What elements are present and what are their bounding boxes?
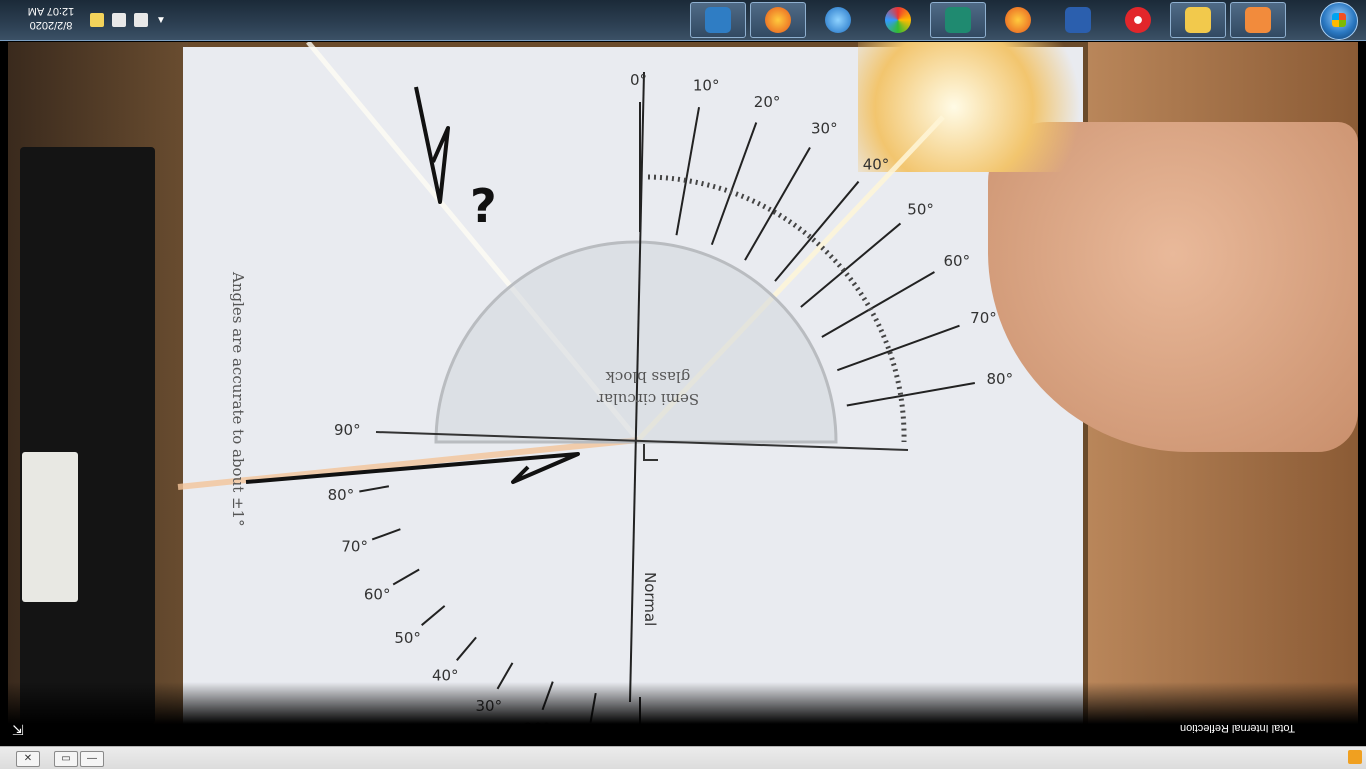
bottom-angle-label: 60° — [364, 586, 391, 604]
clock-time: 12:07 AM — [27, 5, 75, 17]
firefox-icon — [765, 7, 791, 33]
taskbar-app-internet-explorer[interactable] — [810, 2, 866, 38]
start-button[interactable] — [1320, 2, 1358, 40]
system-tray: ▼ — [90, 10, 185, 30]
taskbar-app-desktop[interactable] — [690, 2, 746, 38]
bottom-angle-tick — [392, 568, 420, 586]
refracted-arrow-annotation — [245, 452, 580, 484]
restore-button[interactable]: ▭ — [54, 751, 78, 767]
video-title: Total Internal Reflection — [1180, 722, 1295, 734]
top-angle-tick — [800, 222, 902, 308]
taskbar-app-media[interactable] — [930, 2, 986, 38]
bottom-angle-label: 80° — [328, 486, 355, 504]
word-icon — [1065, 7, 1091, 33]
question-mark-annotation: ? — [470, 179, 497, 233]
action-center-icon[interactable] — [90, 13, 104, 27]
top-angle-tick — [846, 381, 976, 407]
top-angle-label: 0° — [630, 71, 647, 89]
taskbar-app-firefox-2[interactable] — [990, 2, 1046, 38]
accuracy-note: Angles are accurate to about ±1° — [229, 271, 247, 527]
taskbar-app-paint[interactable] — [870, 2, 926, 38]
show-hidden-icons-icon[interactable]: ▼ — [156, 15, 166, 26]
right-angle-mark — [643, 444, 658, 461]
refraction-diagram: 0° 10°20°30°40°50°60°70°80° 80°70°60°50°4… — [177, 42, 1014, 724]
top-angle-label: 70° — [970, 309, 997, 327]
clock[interactable]: 8/2/2020 12:07 AM — [20, 4, 82, 32]
clock-date: 8/2/2020 — [29, 19, 73, 31]
internet-explorer-icon — [825, 7, 851, 33]
taskbar-app-screen-recorder[interactable] — [1110, 2, 1166, 38]
paint-icon — [885, 7, 911, 33]
notification-icon[interactable] — [1348, 750, 1362, 764]
bottom-angle-tick — [371, 528, 401, 541]
fullscreen-icon[interactable]: ⇲ — [12, 722, 28, 738]
volume-icon[interactable] — [134, 13, 148, 27]
bottom-angle-tick — [421, 605, 446, 626]
top-angle-label: 60° — [944, 252, 971, 270]
top-angle-tick — [744, 147, 811, 261]
screen-recorder-icon — [1125, 7, 1151, 33]
block-label-line-1: Semi circular — [596, 390, 699, 408]
firefox-icon — [1005, 7, 1031, 33]
incident-arrow-annotation — [414, 86, 450, 204]
top-angle-tick — [675, 106, 701, 236]
desktop-icon — [705, 7, 731, 33]
bottom-angle-tick — [456, 636, 477, 661]
top-angle-label: 50° — [907, 200, 934, 218]
top-angle-tick — [821, 271, 935, 338]
video-frame[interactable]: 0° 10° 20° 30° 40° 50° 60° 70° 80° 80° 70° 60° 50° 4… — [8, 42, 1358, 724]
taskbar-app-word[interactable] — [1050, 2, 1106, 38]
bottom-angle-label: 70° — [341, 537, 368, 555]
normal-label: Normal — [641, 572, 659, 626]
taskbar: 8/2/2020 12:07 AM ▼ — [0, 0, 1366, 41]
window-control-strip: ✕ ▭ — — [0, 746, 1366, 769]
top-angle-tick — [710, 122, 758, 246]
minimize-button[interactable]: — — [80, 751, 104, 767]
folder-icon — [1185, 7, 1211, 33]
top-angle-label: 20° — [754, 93, 781, 111]
bottom-angle-label: 50° — [394, 629, 421, 647]
top-angle-label: 40° — [863, 156, 890, 174]
taskbar-app-slideshow[interactable] — [1230, 2, 1286, 38]
angle-label-90: 90° — [334, 421, 361, 439]
bottom-angle-tick — [359, 485, 390, 493]
top-angle-label: 80° — [987, 370, 1014, 388]
top-angle-label: 10° — [693, 76, 720, 94]
taskbar-app-firefox[interactable] — [750, 2, 806, 38]
slideshow-icon — [1245, 7, 1271, 33]
video-controls-shade — [8, 682, 1358, 724]
media-app-icon — [945, 7, 971, 33]
close-button[interactable]: ✕ — [16, 751, 40, 767]
top-angle-tick — [774, 180, 860, 282]
taskbar-apps — [690, 2, 1286, 38]
block-label-line-2: glass block — [605, 368, 690, 386]
taskbar-app-file-manager[interactable] — [1170, 2, 1226, 38]
network-icon[interactable] — [112, 13, 126, 27]
top-angle-label: 30° — [811, 119, 838, 137]
top-angle-tick — [836, 324, 960, 372]
